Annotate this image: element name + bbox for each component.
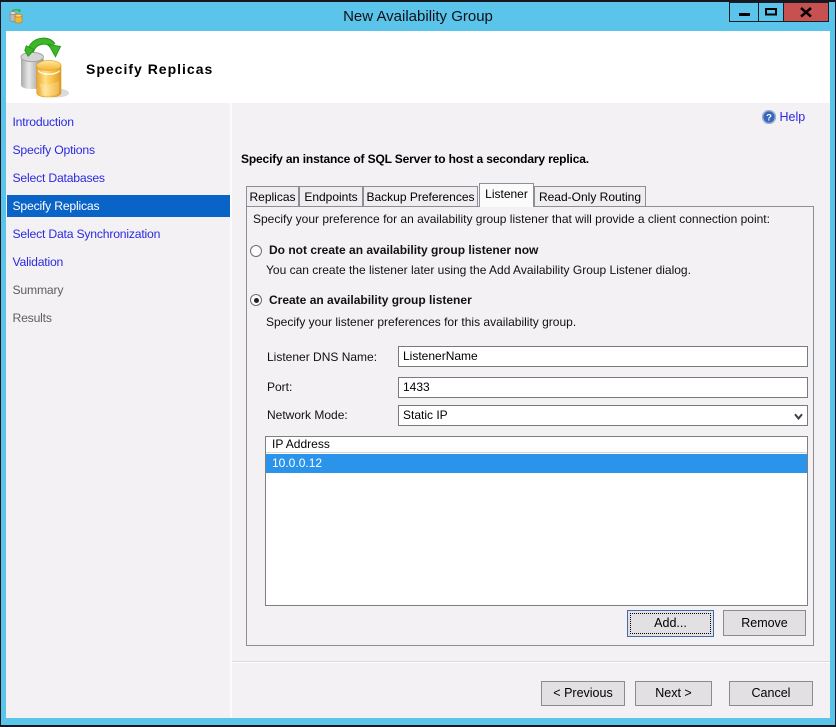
svg-text:?: ?	[766, 112, 772, 123]
